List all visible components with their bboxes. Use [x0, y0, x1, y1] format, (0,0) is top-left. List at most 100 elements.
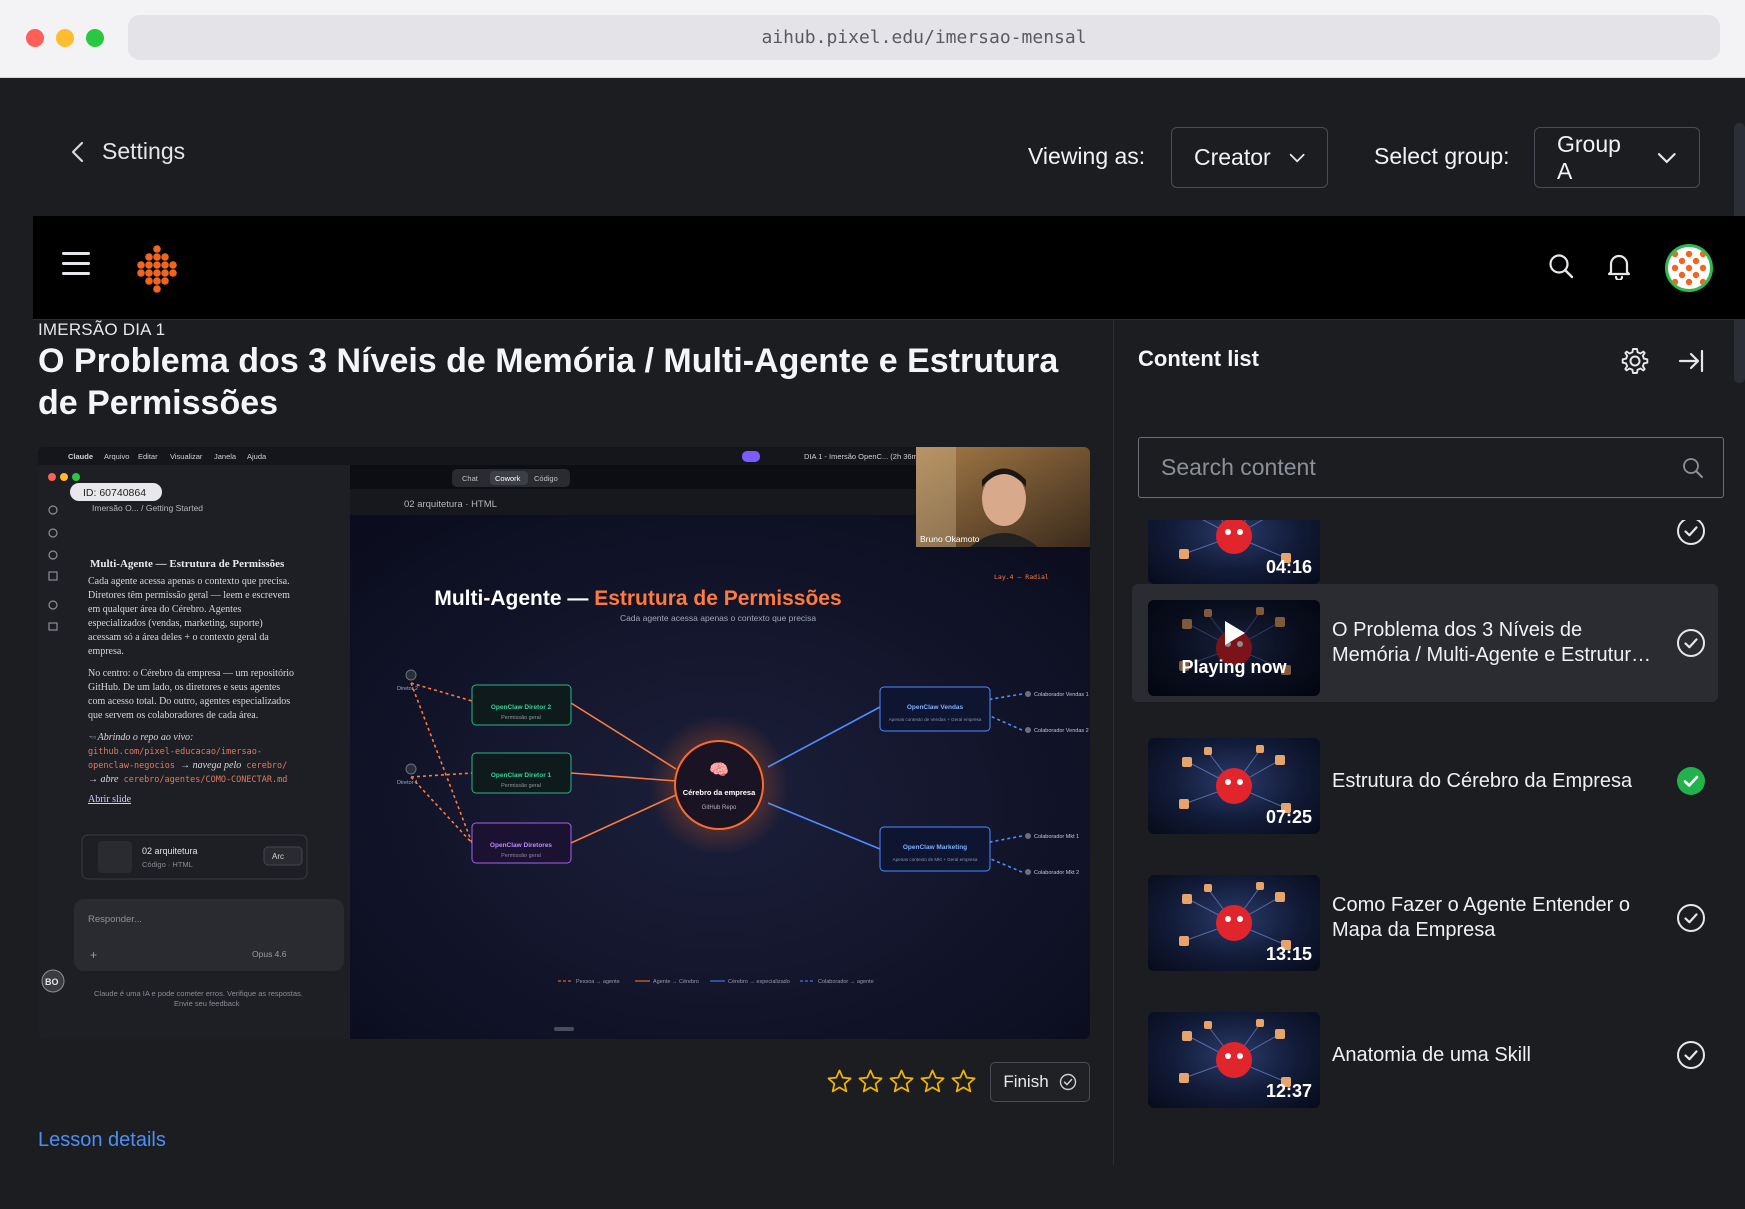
video-center-node: Cérebro da empresa	[683, 788, 756, 797]
video-panel-p1: Cada agente acessa apenas o contexto que…	[88, 576, 290, 657]
lesson-duration: 07:25	[1265, 807, 1312, 827]
video-menubar-item: Claude	[68, 452, 93, 461]
select-group-select[interactable]: Group A	[1534, 127, 1700, 188]
back-to-settings-link[interactable]: Settings	[68, 138, 185, 165]
video-artifact-sub: Código · HTML	[142, 860, 193, 869]
bell-icon[interactable]	[1605, 252, 1633, 280]
video-node-left-name: OpenClaw Diretor 1	[491, 772, 552, 779]
video-menubar-item: Janela	[214, 452, 237, 461]
back-label: Settings	[102, 138, 186, 164]
video-artifact-title: 02 arquitetura	[142, 846, 198, 856]
playing-now-label: Playing now	[1181, 656, 1287, 677]
content-list[interactable]: 04:16 Playing now O Problema dos 3 Níveis …	[1114, 520, 1732, 1165]
lesson-title: Estrutura do Cérebro da Empresa	[1332, 769, 1633, 792]
brand-logo[interactable]	[132, 244, 182, 294]
settings-bar	[0, 78, 1745, 200]
video-id-badge: ID: 60740864	[83, 487, 146, 499]
browser-chrome: aihub.pixel.edu/imersao-mensal	[0, 0, 1745, 78]
video-person-right: Colaborador Mkt 2	[1034, 870, 1079, 876]
user-avatar[interactable]	[1665, 244, 1713, 292]
lesson-thumbnail: 13:15	[1148, 875, 1320, 971]
video-tab: Cowork	[495, 474, 521, 483]
check-circle-icon[interactable]	[1676, 628, 1706, 658]
video-person-right: Colaborador Mkt 1	[1034, 834, 1079, 840]
list-item[interactable]: Playing now O Problema dos 3 Níveis de Me…	[1132, 584, 1718, 702]
gear-icon[interactable]	[1620, 346, 1650, 376]
search-content-input[interactable]: Search content	[1138, 437, 1724, 498]
svg-text:🧠: 🧠	[709, 761, 729, 779]
finish-button[interactable]: Finish	[990, 1062, 1090, 1102]
rating-stars[interactable]	[826, 1068, 977, 1095]
lesson-title	[1332, 520, 1662, 590]
video-person-right: Colaborador Vendas 1	[1034, 692, 1089, 698]
select-group-label: Select group:	[1374, 143, 1510, 169]
video-person-left: Diretor 1	[397, 780, 418, 786]
lesson-title: Anatomia de uma Skill	[1332, 1043, 1531, 1066]
lesson-thumbnail: Playing now	[1148, 600, 1320, 696]
address-bar[interactable]: aihub.pixel.edu/imersao-mensal	[128, 15, 1720, 60]
video-disclaimer: Claude é uma IA e pode cometer erros. Ve…	[94, 989, 303, 998]
svg-text:+: +	[90, 948, 97, 962]
video-model: Opus 4.6	[252, 949, 287, 959]
play-icon	[1225, 620, 1245, 645]
minimize-window-button[interactable]	[56, 29, 74, 47]
search-placeholder: Search content	[1161, 454, 1316, 480]
viewing-as-value: Creator	[1194, 144, 1271, 170]
list-item[interactable]: 07:25 Estrutura do Cérebro da Empresa	[1132, 722, 1718, 840]
video-breadcrumb: Imersão O... / Getting Started	[92, 503, 203, 513]
chevron-left-icon	[71, 141, 84, 162]
video-node-right-name: OpenClaw Marketing	[903, 844, 967, 851]
video-slide-title-b: Estrutura de Permissões	[594, 587, 841, 610]
search-icon[interactable]	[1547, 252, 1575, 280]
lesson-title: Como Fazer o Agente Entender o Mapa da E…	[1332, 894, 1630, 941]
content-list-sidebar: Content list Search content 04:16 Playing…	[1113, 320, 1732, 1165]
video-webcam-name: Bruno Okamoto	[920, 534, 980, 544]
check-circle-icon[interactable]	[1676, 903, 1706, 933]
video-player[interactable]: Claude Arquivo Editar Visualizar Janela …	[38, 447, 1090, 1039]
lesson-thumbnail: 12:37	[1148, 1012, 1320, 1108]
search-icon	[1683, 458, 1703, 478]
video-tab: Chat	[462, 474, 479, 483]
video-node-left-name: OpenClaw Diretor 2	[491, 704, 552, 711]
lesson-thumbnail: 04:16	[1148, 520, 1320, 584]
lesson-eyebrow: IMERSÃO DIA 1	[38, 320, 166, 339]
star-icon[interactable]	[888, 1068, 915, 1095]
star-icon[interactable]	[857, 1068, 884, 1095]
video-center-sub: GitHub Repo	[702, 805, 737, 811]
video-node-left-name: OpenClaw Diretores	[490, 842, 553, 849]
list-item[interactable]: 12:37 Anatomia de uma Skill	[1132, 996, 1718, 1114]
video-menubar-right: DIA 1 - Imersão OpenC... (2h 36m	[804, 452, 918, 461]
video-doc-path: 02 arquitetura · HTML	[404, 499, 497, 510]
list-item[interactable]: 04:16	[1132, 520, 1718, 590]
lesson-duration: 04:16	[1265, 557, 1312, 577]
video-person-right: Colaborador Vendas 2	[1034, 728, 1089, 734]
lesson-title: O Problema dos 3 Níveis de Memória / Mul…	[38, 342, 1059, 422]
video-legend-item: Agente → Cérebro	[653, 979, 699, 985]
star-icon[interactable]	[919, 1068, 946, 1095]
maximize-window-button[interactable]	[86, 29, 104, 47]
menu-icon[interactable]	[62, 252, 90, 276]
check-circle-filled-icon[interactable]	[1676, 766, 1706, 796]
close-window-button[interactable]	[26, 29, 44, 47]
video-slide-subtitle: Cada agente acessa apenas o contexto que…	[620, 613, 816, 623]
video-node-right-sub: Apenas contexto de Vendas + Geral empres…	[889, 717, 982, 722]
collapse-panel-icon[interactable]	[1676, 346, 1706, 376]
lesson-title: O Problema dos 3 Níveis de Memória / Mul…	[1332, 619, 1643, 666]
lesson-duration: 13:15	[1265, 944, 1312, 964]
video-artifact-btn: Arc	[272, 852, 284, 861]
video-node-left-sub: Permissão geral	[501, 783, 541, 789]
list-item[interactable]: 13:15 Como Fazer o Agente Entender o Mapa…	[1132, 859, 1718, 977]
lesson-details-link[interactable]: Lesson details	[38, 1129, 166, 1152]
video-slide-tag: Lay.4 — Radial	[994, 573, 1049, 581]
video-panel-slide-link: Abrir slide	[88, 794, 132, 805]
video-node-left-sub: Permissão geral	[501, 715, 541, 721]
svg-text:Multi-Agente — Estrutura de Pe: Multi-Agente — Estrutura de Permissões	[434, 587, 841, 610]
content-list-title: Content list	[1138, 346, 1259, 371]
viewing-as-select[interactable]: Creator	[1171, 127, 1328, 188]
check-circle-icon[interactable]	[1676, 520, 1706, 546]
star-icon[interactable]	[826, 1068, 853, 1095]
lesson-thumbnail: 07:25	[1148, 738, 1320, 834]
video-feedback: Envie seu feedback	[174, 999, 240, 1008]
star-icon[interactable]	[950, 1068, 977, 1095]
check-circle-icon[interactable]	[1676, 1040, 1706, 1070]
